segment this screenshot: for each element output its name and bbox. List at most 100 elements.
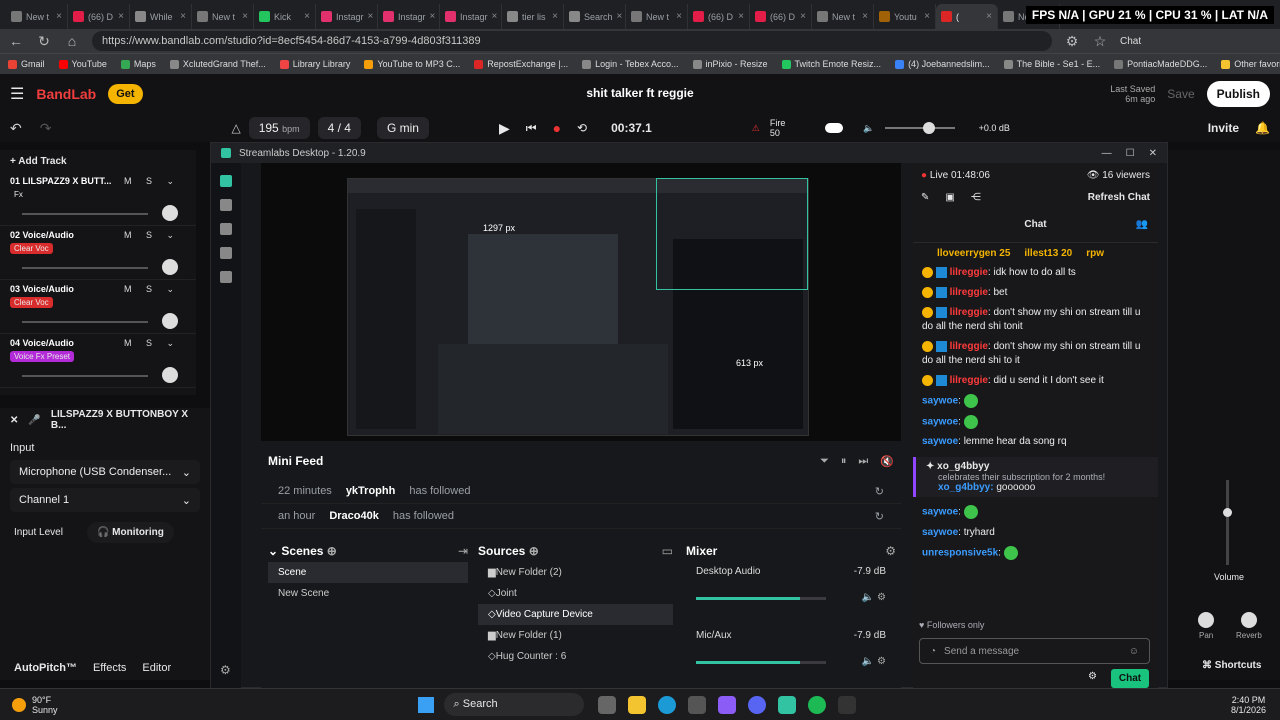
- smiley-icon[interactable]: ☺: [1129, 646, 1139, 657]
- bottom-tab[interactable]: AutoPitch™: [14, 662, 77, 674]
- browser-tab[interactable]: Kick ×: [254, 4, 316, 29]
- chat-username[interactable]: saywoe: [922, 416, 958, 427]
- feed-user[interactable]: ykTrophh: [346, 485, 396, 497]
- publish-button[interactable]: Publish: [1206, 81, 1270, 107]
- bookmark[interactable]: Maps: [120, 59, 156, 69]
- chat-username[interactable]: saywoe: [922, 527, 958, 538]
- tab-close-icon[interactable]: ×: [738, 11, 744, 22]
- browser-tab[interactable]: (66) D ×: [750, 4, 812, 29]
- bottom-tab[interactable]: Editor: [142, 662, 171, 674]
- camera-icon[interactable]: ▣: [945, 192, 954, 203]
- chat-username[interactable]: lilreggie: [950, 375, 988, 386]
- track-pan-knob[interactable]: [162, 259, 178, 275]
- pause-icon[interactable]: ⏸: [841, 455, 847, 468]
- bookmark[interactable]: The Bible - Se1 - E...: [1003, 59, 1100, 69]
- redo-icon[interactable]: ↷: [40, 120, 52, 137]
- close-icon[interactable]: ✕: [10, 415, 18, 426]
- browser-tab[interactable]: (66) D ×: [688, 4, 750, 29]
- spotify-icon[interactable]: [807, 695, 826, 714]
- mute-solo-buttons[interactable]: M S ⌄: [124, 230, 180, 241]
- add-source-icon[interactable]: ⊕: [529, 544, 539, 558]
- bandlab-logo[interactable]: BandLab: [36, 86, 96, 102]
- clock[interactable]: 2:40 PM 8/1/2026: [1231, 695, 1280, 715]
- mute-solo-buttons[interactable]: M S ⌄: [124, 338, 180, 349]
- mixer-speaker-icon[interactable]: 🔈 ⚙: [862, 592, 886, 603]
- mixer-volume-slider[interactable]: [696, 597, 826, 600]
- top-chatter[interactable]: rpw: [1086, 248, 1104, 259]
- get-button[interactable]: Get: [108, 84, 143, 104]
- menu-icon[interactable]: ☰: [10, 84, 24, 104]
- bookmark[interactable]: Twitch Emote Resiz...: [781, 59, 881, 69]
- browser-tab[interactable]: While ×: [130, 4, 192, 29]
- track-fx-badge[interactable]: Fx: [10, 189, 27, 200]
- source-item[interactable]: ▆ New Folder (2): [478, 562, 673, 583]
- track-row[interactable]: 04 Voice/Audio Voice Fx Preset M S ⌄: [0, 334, 196, 388]
- track-fx-badge[interactable]: Clear Voc: [10, 297, 53, 308]
- mute-icon[interactable]: 🔇: [880, 455, 894, 468]
- feed-user[interactable]: Draco40k: [329, 510, 379, 522]
- chat-username[interactable]: lilreggie: [950, 341, 988, 352]
- tab-close-icon[interactable]: ×: [118, 11, 124, 22]
- tab-close-icon[interactable]: ×: [800, 11, 806, 22]
- bookmark[interactable]: Gmail: [8, 59, 45, 69]
- mute-solo-buttons[interactable]: M S ⌄: [124, 176, 180, 187]
- browser-tab[interactable]: Instagr ×: [316, 4, 378, 29]
- share-icon[interactable]: ⋲: [971, 192, 981, 203]
- undo-icon[interactable]: ↶: [10, 120, 22, 137]
- tab-close-icon[interactable]: ×: [986, 11, 992, 22]
- mixer-volume-slider[interactable]: [696, 661, 826, 664]
- source-folder-icon[interactable]: ▭: [662, 544, 673, 558]
- back-icon[interactable]: ←: [8, 33, 24, 49]
- chat-username[interactable]: saywoe: [922, 507, 958, 518]
- discord-icon[interactable]: [747, 695, 766, 714]
- scene-item[interactable]: Scene: [268, 562, 468, 583]
- master-volume-slider[interactable]: [884, 122, 955, 134]
- play-icon[interactable]: ▶: [499, 120, 510, 137]
- track-row[interactable]: 03 Voice/Audio Clear Voc M S ⌄: [0, 280, 196, 334]
- browser-tab[interactable]: (×: [936, 4, 998, 29]
- store-app-icon[interactable]: [687, 695, 706, 714]
- bookmark[interactable]: YouTube: [58, 59, 107, 69]
- streamlabs-taskbar-icon[interactable]: [777, 695, 796, 714]
- refresh-chat-button[interactable]: Refresh Chat: [1088, 192, 1150, 203]
- browser-tab[interactable]: New t ×: [626, 4, 688, 29]
- toggle-switch[interactable]: [825, 123, 844, 133]
- track-fx-badge[interactable]: Voice Fx Preset: [10, 351, 75, 362]
- track-fx-badge[interactable]: Clear Voc: [10, 243, 53, 254]
- track-pan-knob[interactable]: [162, 205, 178, 221]
- chat-username[interactable]: lilreggie: [950, 287, 988, 298]
- tab-close-icon[interactable]: ×: [430, 11, 436, 22]
- browser-tab[interactable]: Instagr ×: [440, 4, 502, 29]
- profile-chat-button[interactable]: Chat: [1120, 36, 1141, 47]
- url-field[interactable]: https://www.bandlab.com/studio?id=8ecf54…: [92, 31, 1052, 51]
- themes-icon[interactable]: [220, 247, 232, 259]
- top-chatter[interactable]: illest13 20: [1024, 248, 1072, 259]
- add-scene-icon[interactable]: ⊕: [327, 544, 337, 558]
- repeat-alert-icon[interactable]: ↻: [875, 510, 884, 523]
- pan-knob[interactable]: [1198, 612, 1214, 628]
- chat-username[interactable]: lilreggie: [950, 267, 988, 278]
- source-item[interactable]: ◇ Joint: [478, 583, 673, 604]
- volume-slider[interactable]: [1223, 480, 1232, 565]
- reverb-knob[interactable]: [1241, 612, 1257, 628]
- chat-username[interactable]: unresponsive5k: [922, 548, 998, 559]
- source-item[interactable]: ◇ Hug Counter : 6: [478, 646, 673, 667]
- bookmark[interactable]: (4) Joebannedslim...: [895, 59, 990, 69]
- favorite-icon[interactable]: ☆: [1092, 33, 1108, 50]
- tab-close-icon[interactable]: ×: [552, 11, 558, 22]
- home-icon[interactable]: ⌂: [64, 33, 80, 49]
- filter-icon[interactable]: ⏷: [820, 455, 829, 468]
- tab-close-icon[interactable]: ×: [242, 11, 248, 22]
- stream-preview[interactable]: 1297 px 613 px: [261, 163, 901, 441]
- store-icon[interactable]: [220, 271, 232, 283]
- taskbar-search[interactable]: ⌕ Search: [443, 693, 584, 716]
- browser-tab[interactable]: New t ×: [812, 4, 874, 29]
- loop-icon[interactable]: ⟲: [577, 121, 587, 135]
- monitoring-button[interactable]: 🎧 Monitoring: [86, 522, 174, 543]
- time-signature[interactable]: 4 / 4: [317, 117, 361, 139]
- tab-close-icon[interactable]: ×: [180, 11, 186, 22]
- browser-tab[interactable]: Youtu ×: [874, 4, 936, 29]
- record-icon[interactable]: ●: [553, 120, 561, 136]
- browser-tab[interactable]: Search ×: [564, 4, 626, 29]
- add-track-button[interactable]: + Add Track: [10, 156, 67, 167]
